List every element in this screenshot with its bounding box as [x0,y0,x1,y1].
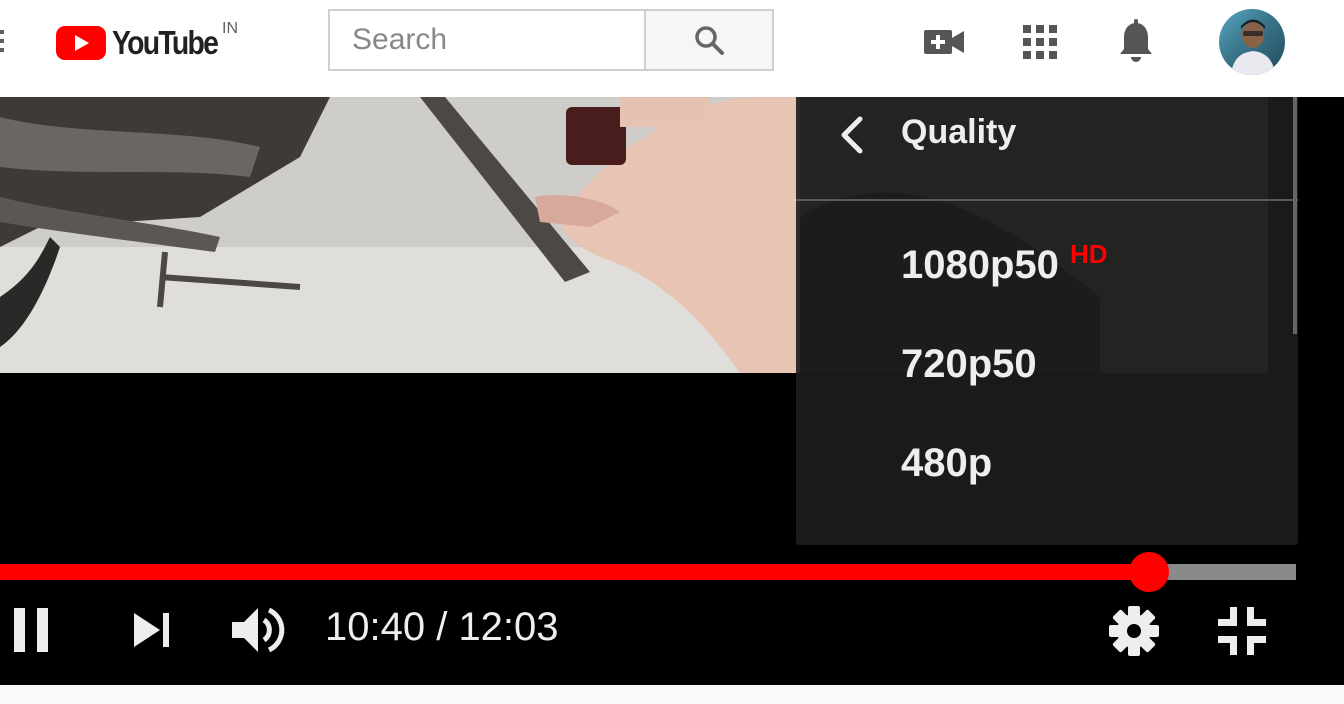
time-display: 10:40 / 12:03 [325,605,559,649]
mute-button[interactable] [226,603,288,657]
create-video-button[interactable] [922,22,966,62]
quality-option-label: 480p [901,441,993,485]
pause-button[interactable] [6,605,56,655]
hd-badge: HD [1070,239,1108,269]
quality-option-label: 1080p50 [901,243,1059,287]
settings-gear-icon [1109,606,1159,656]
quality-option-label: 720p50 [901,342,1037,386]
progress-bar[interactable] [0,564,1296,580]
masthead: YouTube IN [0,0,1344,97]
youtube-play-logo-icon [56,26,106,60]
create-video-icon [924,30,964,54]
settings-button[interactable] [1106,603,1162,659]
apps-grid-icon [1023,25,1057,59]
search-input[interactable] [350,22,634,58]
menu-icon[interactable] [0,30,6,54]
skip-next-icon [134,613,169,647]
quality-menu-scrollbar[interactable] [1293,97,1297,334]
exit-fullscreen-icon [1218,607,1266,655]
progress-played [0,564,1149,580]
volume-icon [232,607,285,653]
search-icon [695,26,724,55]
scrubber-handle[interactable] [1128,552,1169,592]
pause-icon [14,608,48,652]
youtube-logo[interactable]: YouTube [56,24,234,62]
exit-fullscreen-button[interactable] [1214,603,1270,659]
country-code: IN [222,20,238,37]
avatar[interactable] [1219,9,1285,75]
video-player[interactable]: Quality 1080p50 HD 720p50 480p 10:40 / 1… [0,97,1344,685]
next-button[interactable] [128,607,176,653]
quality-menu: Quality 1080p50 HD 720p50 480p [796,97,1298,545]
quality-menu-title: Quality [901,113,1017,151]
quality-menu-header[interactable]: Quality [796,97,1298,201]
notifications-button[interactable] [1116,18,1156,64]
back-chevron-icon[interactable] [836,115,866,155]
apps-button[interactable] [1020,22,1060,62]
user-avatar-image [1231,19,1275,75]
logo-text: YouTube [112,24,219,61]
search-button[interactable] [644,9,774,71]
search-box [328,9,644,71]
notifications-bell-icon [1120,19,1152,62]
page-background-strip [0,685,1344,704]
